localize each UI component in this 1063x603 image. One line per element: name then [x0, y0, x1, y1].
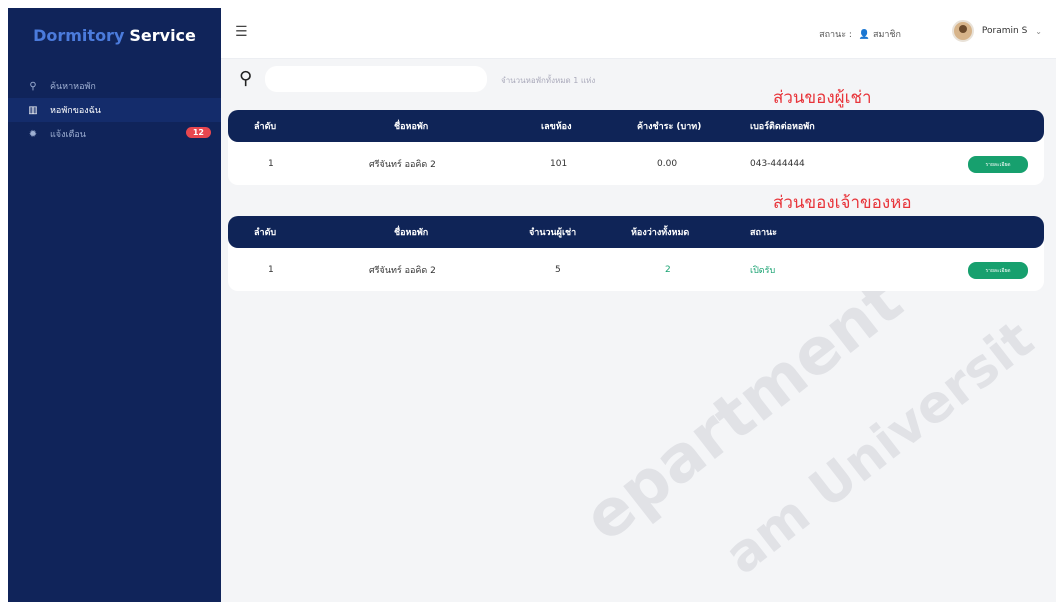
cell-status: เปิดรับ: [750, 266, 776, 276]
search-bar: ⚲ จำนวนหอพักทั้งหมด 1 แห่ง: [233, 64, 1033, 94]
user-name: Poramin S: [981, 26, 1028, 36]
dorm-count: จำนวนหอพักทั้งหมด 1 แห่ง: [501, 76, 596, 85]
brand-logo: Dormitory Service: [8, 8, 221, 62]
notification-badge: 12: [185, 127, 211, 138]
cell-no: 1: [268, 159, 274, 169]
col-due: ค้างชำระ (บาท): [637, 122, 702, 132]
cell-no: 1: [268, 265, 274, 275]
sidebar-item-label: หอพักของฉัน: [50, 106, 101, 116]
details-button[interactable]: รายละเอียด: [968, 262, 1028, 279]
hamburger-menu-icon[interactable]: ☰: [235, 24, 248, 40]
col-tenants: จำนวนผู้เช่า: [529, 228, 577, 238]
sidebar-item-search-dorm[interactable]: ⚲ ค้นหาหอพัก: [8, 74, 221, 98]
avatar: [951, 20, 974, 42]
sidebar: Dormitory Service ⚲ ค้นหาหอพัก ▥ หอพักขอ…: [8, 8, 221, 602]
tenant-table: ลำดับ ชื่อหอพัก เลขห้อง ค้างชำระ (บาท) เ…: [228, 110, 1044, 185]
table-header: ลำดับ ชื่อหอพัก เลขห้อง ค้างชำระ (บาท) เ…: [228, 110, 1044, 142]
brand-part1: Dormitory: [33, 25, 125, 45]
brand-part2: Service: [129, 25, 196, 45]
details-button[interactable]: รายละเอียด: [968, 156, 1028, 173]
cell-due: 0.00: [657, 159, 678, 169]
user-role-icon: 👤: [858, 30, 871, 40]
bell-icon: ✹: [28, 128, 38, 140]
sidebar-menu: ⚲ ค้นหาหอพัก ▥ หอพักของฉัน ✹ แจ้งเตือน 1…: [8, 74, 221, 146]
table-row: 1 ศรีจันทร์ ออคิด 2 5 2 เปิดรับ รายละเอี…: [228, 254, 1044, 286]
sidebar-item-notifications[interactable]: ✹ แจ้งเตือน 12: [8, 122, 221, 146]
search-icon[interactable]: ⚲: [239, 68, 252, 89]
user-menu[interactable]: Poramin S ⌄: [951, 20, 1042, 42]
building-icon: ▥: [28, 104, 38, 116]
table-row: 1 ศรีจันทร์ ออคิด 2 101 0.00 043-444444 …: [228, 148, 1044, 180]
member-status: สถานะ : 👤 สมาชิก: [819, 27, 901, 41]
cell-vacant: 2: [665, 265, 671, 275]
owner-section-note: ส่วนของเจ้าของหอ: [773, 193, 912, 213]
search-icon: ⚲: [29, 80, 37, 92]
app-frame: Dormitory Service ⚲ ค้นหาหอพัก ▥ หอพักขอ…: [8, 8, 1056, 602]
owner-table: ลำดับ ชื่อหอพัก จำนวนผู้เช่า ห้องว่างทั้…: [228, 216, 1044, 291]
col-status: สถานะ: [750, 228, 777, 238]
cell-name: ศรีจันทร์ ออคิด 2: [369, 160, 436, 170]
status-label: สถานะ :: [819, 30, 852, 40]
col-phone: เบอร์ติดต่อหอพัก: [750, 122, 815, 132]
top-bar: ☰ สถานะ : 👤 สมาชิก Poramin S ⌄: [221, 8, 1056, 59]
table-header: ลำดับ ชื่อหอพัก จำนวนผู้เช่า ห้องว่างทั้…: [228, 216, 1044, 248]
sidebar-item-label: แจ้งเตือน: [50, 130, 86, 140]
sidebar-item-my-dorm[interactable]: ▥ หอพักของฉัน: [8, 98, 221, 122]
cell-phone: 043-444444: [750, 159, 805, 169]
cell-room: 101: [550, 159, 568, 169]
col-no: ลำดับ: [254, 122, 277, 132]
cell-name: ศรีจันทร์ ออคิด 2: [369, 266, 436, 276]
search-input[interactable]: [265, 66, 487, 92]
col-no: ลำดับ: [254, 228, 277, 238]
sidebar-item-label: ค้นหาหอพัก: [50, 82, 96, 92]
col-room: เลขห้อง: [541, 122, 572, 132]
status-value: สมาชิก: [872, 30, 901, 40]
chevron-down-icon: ⌄: [1035, 26, 1042, 36]
watermark-line1: epartment: [570, 263, 917, 557]
cell-tenants: 5: [555, 265, 561, 275]
col-name: ชื่อหอพัก: [394, 122, 429, 132]
col-name: ชื่อหอพัก: [394, 228, 429, 238]
col-vacant: ห้องว่างทั้งหมด: [631, 228, 690, 238]
tenant-section-note: ส่วนของผู้เช่า: [773, 88, 872, 108]
